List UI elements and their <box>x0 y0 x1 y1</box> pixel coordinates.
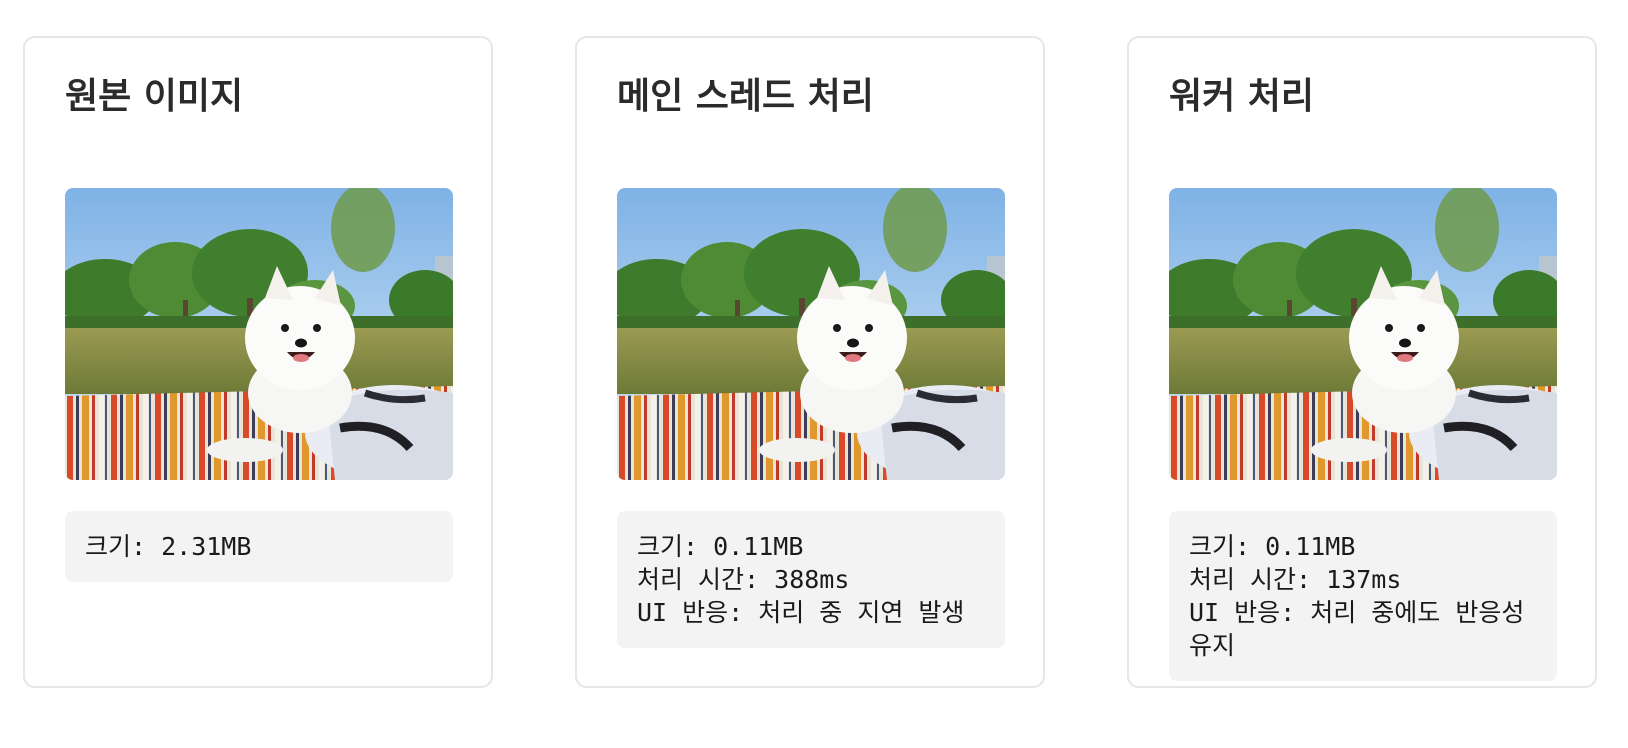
cards-row: 원본 이미지 크기: 2.31MB 메인 스레드 처리 크기: 0.11MB 처… <box>23 36 1597 688</box>
ui-response-text: UI 반응: 처리 중에도 반응성 유지 <box>1189 598 1525 660</box>
info-box: 크기: 0.11MB 처리 시간: 137ms UI 반응: 처리 중에도 반응… <box>1169 511 1557 681</box>
card-title: 메인 스레드 처리 <box>617 75 874 117</box>
main-thread-image <box>617 188 1005 480</box>
size-text: 크기: 0.11MB <box>637 532 804 561</box>
info-box: 크기: 0.11MB 처리 시간: 388ms UI 반응: 처리 중 지연 발… <box>617 511 1005 648</box>
info-box: 크기: 2.31MB <box>65 511 453 582</box>
card-worker: 워커 처리 크기: 0.11MB 처리 시간: 137ms UI 반응: 처리 … <box>1127 36 1597 688</box>
size-text: 크기: 2.31MB <box>85 532 252 561</box>
ui-response-text: UI 반응: 처리 중 지연 발생 <box>637 598 965 627</box>
card-title: 원본 이미지 <box>65 75 244 117</box>
card-main-thread: 메인 스레드 처리 크기: 0.11MB 처리 시간: 388ms UI 반응:… <box>575 36 1045 688</box>
worker-image <box>1169 188 1557 480</box>
original-image <box>65 188 453 480</box>
processing-time-text: 처리 시간: 388ms <box>637 565 850 594</box>
processing-time-text: 처리 시간: 137ms <box>1189 565 1402 594</box>
card-original: 원본 이미지 크기: 2.31MB <box>23 36 493 688</box>
size-text: 크기: 0.11MB <box>1189 532 1356 561</box>
card-title: 워커 처리 <box>1169 75 1315 117</box>
